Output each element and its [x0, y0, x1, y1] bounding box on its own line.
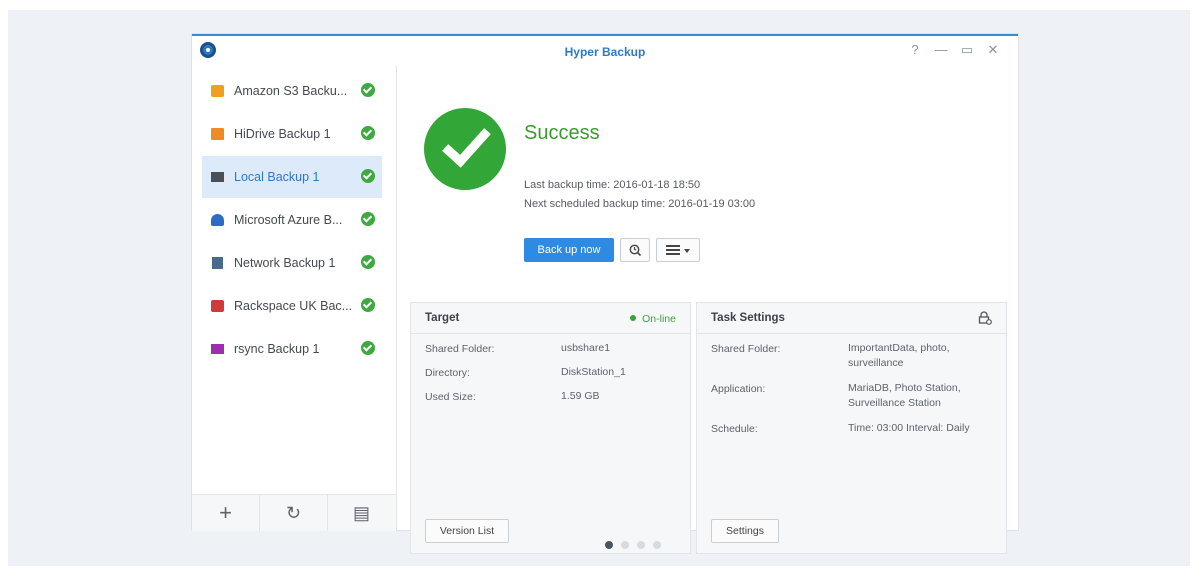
task-application-value: MariaDB, Photo Station, [848, 382, 961, 394]
status-title: Success [524, 122, 600, 144]
task-schedule-label: Schedule: [711, 423, 758, 435]
pager-dot-2[interactable] [621, 541, 629, 549]
version-browser-button[interactable] [620, 238, 650, 262]
sidebar-item-local-backup[interactable]: Local Backup 1 [202, 156, 382, 198]
sidebar-item-hidrive[interactable]: HiDrive Backup 1 [202, 113, 382, 155]
sidebar-item-network[interactable]: Network Backup 1 [202, 242, 382, 284]
menu-icon [666, 245, 681, 255]
target-panel-header: Target On-line [411, 303, 690, 334]
success-status-icon [424, 108, 506, 190]
chevron-down-icon [683, 249, 690, 253]
pager-dot-4[interactable] [653, 541, 661, 549]
help-icon[interactable]: ? [906, 42, 924, 57]
online-dot-icon [630, 315, 637, 321]
backup-task-list: Amazon S3 Backu... HiDrive Backup 1 Loca… [192, 66, 397, 531]
success-check-icon [361, 341, 375, 355]
success-check-icon [361, 169, 375, 183]
sidebar-footer-toolbar: + ↻ ▤ [192, 494, 396, 531]
close-icon[interactable]: ✕ [984, 42, 1002, 58]
task-application-value-2: Surveillance Station [848, 397, 941, 409]
success-check-icon [361, 83, 375, 97]
network-server-icon [212, 257, 223, 269]
success-check-icon [361, 255, 375, 269]
pager-dot-1[interactable] [605, 541, 613, 549]
sidebar-item-label: Local Backup 1 [234, 170, 320, 184]
target-used-size-value: 1.59 GB [561, 390, 600, 402]
task-shared-folder-value-2: surveillance [848, 357, 904, 369]
sidebar-item-amazon-s3[interactable]: Amazon S3 Backu... [202, 70, 382, 112]
sidebar-item-azure[interactable]: Microsoft Azure B... [202, 199, 382, 241]
task-settings-title: Task Settings [711, 312, 785, 324]
next-backup-time: Next scheduled backup time: 2016-01-19 0… [524, 198, 756, 210]
title-bar[interactable]: Hyper Backup ? — ▭ ✕ [192, 36, 1018, 66]
success-check-icon [361, 298, 375, 312]
add-icon[interactable]: + [192, 495, 259, 531]
task-settings-header: Task Settings [697, 303, 1006, 334]
action-menu-button[interactable] [656, 238, 700, 262]
task-application-label: Application: [711, 383, 766, 395]
target-used-size-label: Used Size: [425, 391, 476, 403]
online-status: On-line [630, 313, 676, 325]
last-backup-time: Last backup time: 2016-01-18 18:50 [524, 179, 701, 191]
settings-button[interactable]: Settings [711, 519, 779, 543]
task-schedule-value: Time: 03:00 Interval: Daily [848, 422, 970, 434]
task-settings-panel: Task Settings Shared Folder: ImportantDa… [696, 302, 1007, 554]
azure-cloud-icon [211, 214, 224, 226]
target-panel: Target On-line Shared Folder: usbshare1 … [410, 302, 691, 554]
main-panel: Success Last backup time: 2016-01-18 18:… [397, 66, 1018, 554]
restore-history-icon[interactable]: ↻ [259, 495, 327, 531]
target-title: Target [425, 312, 460, 324]
sidebar-item-rsync[interactable]: rsync Backup 1 [202, 328, 382, 370]
back-up-now-button[interactable]: Back up now [524, 238, 614, 262]
task-shared-folder-value: ImportantData, photo, [848, 342, 950, 354]
hyper-backup-window: Hyper Backup ? — ▭ ✕ Amazon S3 Backu... … [192, 34, 1018, 554]
pager-dot-3[interactable] [637, 541, 645, 549]
maximize-icon[interactable]: ▭ [958, 42, 976, 58]
online-label: On-line [642, 313, 676, 325]
target-directory-label: Directory: [425, 367, 470, 379]
sidebar-item-label: HiDrive Backup 1 [234, 127, 331, 141]
sidebar-item-label: Microsoft Azure B... [234, 213, 343, 227]
rackspace-icon [211, 300, 224, 312]
target-shared-folder-label: Shared Folder: [425, 343, 495, 355]
lock-settings-icon[interactable] [978, 311, 992, 325]
task-shared-folder-label: Shared Folder: [711, 343, 781, 355]
window-title: Hyper Backup [564, 45, 646, 59]
amazon-s3-icon [211, 85, 224, 97]
hidrive-icon [211, 128, 224, 140]
search-clock-icon [629, 244, 642, 257]
log-icon[interactable]: ▤ [327, 495, 395, 531]
sidebar-item-label: Rackspace UK Bac... [234, 299, 353, 313]
minimize-icon[interactable]: — [932, 42, 950, 57]
local-drive-icon [211, 172, 224, 182]
success-check-icon [361, 212, 375, 226]
success-check-icon [361, 126, 375, 140]
target-directory-value: DiskStation_1 [561, 366, 626, 378]
sidebar-item-label: rsync Backup 1 [234, 342, 320, 356]
version-list-button[interactable]: Version List [425, 519, 509, 543]
rsync-folder-icon [211, 344, 224, 354]
sidebar-item-rackspace[interactable]: Rackspace UK Bac... [202, 285, 382, 327]
sidebar-item-label: Network Backup 1 [234, 256, 336, 270]
sidebar-item-label: Amazon S3 Backu... [234, 84, 348, 98]
target-shared-folder-value: usbshare1 [561, 342, 611, 354]
